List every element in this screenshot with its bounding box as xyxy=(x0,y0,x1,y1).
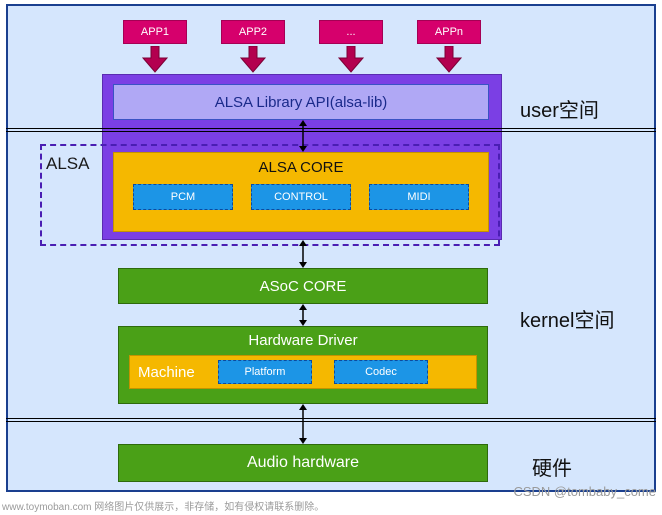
alsa-core-modules: PCM CONTROL MIDI xyxy=(114,176,488,210)
app-box-1: APP1 xyxy=(123,20,187,44)
hardware-driver-box: Hardware Driver Machine Platform Codec xyxy=(118,326,488,404)
arrow-down-icon xyxy=(417,46,481,74)
arrow-down-icon xyxy=(123,46,187,74)
connector-icon xyxy=(296,304,310,326)
audio-hardware-box: Audio hardware xyxy=(118,444,488,482)
alsa-core-module-midi: MIDI xyxy=(369,184,469,210)
machine-label: Machine xyxy=(130,364,218,381)
watermark-left: www.toymoban.com 网络图片仅供展示，非存储，如有侵权请联系删除。 xyxy=(2,498,324,513)
machine-module-codec: Codec xyxy=(334,360,428,384)
alsa-core-box: ALSA CORE PCM CONTROL MIDI xyxy=(113,152,489,232)
connector-icon xyxy=(296,404,310,444)
separator-kernel-hardware xyxy=(6,418,656,422)
machine-modules: Platform Codec xyxy=(218,360,428,384)
separator-user-kernel xyxy=(6,128,656,132)
connector-icon xyxy=(296,120,310,152)
alsa-core-module-pcm: PCM xyxy=(133,184,233,210)
app-arrows-row xyxy=(123,46,481,74)
watermark-right: CSDN @tombaby_come xyxy=(513,484,656,499)
apps-row: APP1 APP2 ... APPn xyxy=(123,20,481,44)
arrow-down-icon xyxy=(319,46,383,74)
app-box-2: APP2 xyxy=(221,20,285,44)
app-box-n: APPn xyxy=(417,20,481,44)
section-label-hardware: 硬件 xyxy=(532,452,572,481)
alsa-core-module-control: CONTROL xyxy=(251,184,351,210)
hardware-driver-title: Hardware Driver xyxy=(119,327,487,349)
machine-module-platform: Platform xyxy=(218,360,312,384)
alsa-label: ALSA xyxy=(46,154,89,174)
alsa-library-api-box: ALSA Library API(alsa-lib) xyxy=(113,84,489,120)
machine-bar: Machine Platform Codec xyxy=(129,355,477,389)
connector-icon xyxy=(296,240,310,268)
app-box-ellipsis: ... xyxy=(319,20,383,44)
section-label-user-space: user空间 xyxy=(520,94,599,123)
alsa-core-title: ALSA CORE xyxy=(114,153,488,176)
asoc-core-box: ASoC CORE xyxy=(118,268,488,304)
section-label-kernel-space: kernel空间 xyxy=(520,304,614,333)
arrow-down-icon xyxy=(221,46,285,74)
